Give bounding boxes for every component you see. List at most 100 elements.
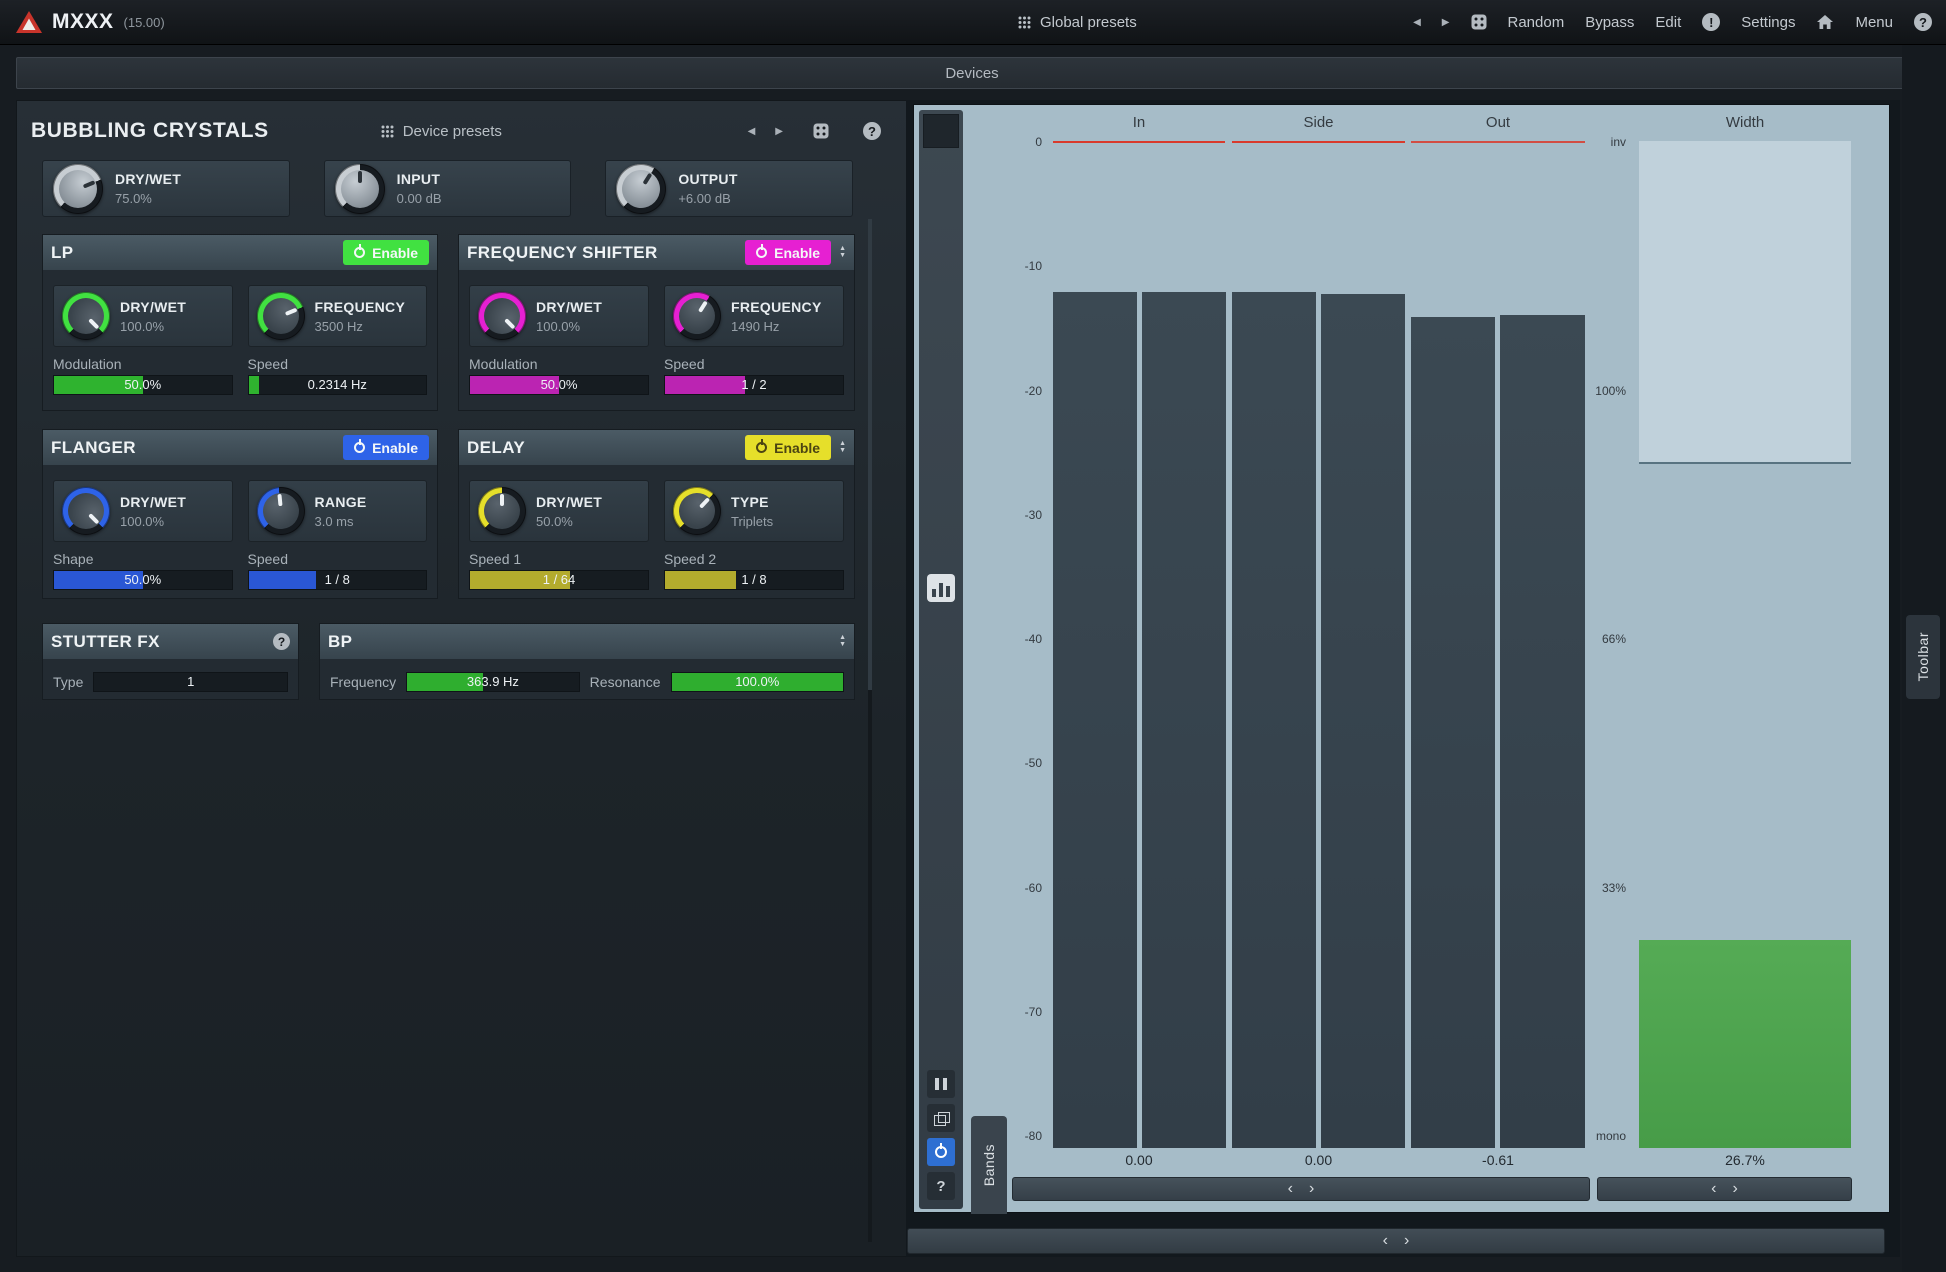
section-delay: DELAY Enable ▲▼ DRY/WET [458, 429, 855, 599]
modulation-slider[interactable]: 50.0% [469, 375, 649, 395]
meters-scrollbar[interactable]: ‹ › [1012, 1177, 1590, 1201]
meter-in [1053, 141, 1225, 1148]
meter-value-width: 26.7% [1639, 1152, 1851, 1168]
knob-value: 0.00 dB [397, 191, 442, 206]
settings-button[interactable]: Settings [1741, 14, 1795, 31]
section-flanger: FLANGER Enable DRY/WET 100.0% [42, 429, 438, 599]
shape-slider[interactable]: 50.0% [53, 570, 233, 590]
dice-icon[interactable] [813, 123, 829, 139]
bypass-button[interactable]: Bypass [1585, 14, 1634, 31]
speed-slider[interactable]: 0.2314 Hz [248, 375, 428, 395]
section-frequency-shifter: FREQUENCY SHIFTER Enable ▲▼ DRY [458, 234, 855, 411]
master-output-group: OUTPUT +6.00 dB [605, 160, 853, 217]
enable-button[interactable]: Enable [745, 240, 831, 265]
dice-icon[interactable] [1471, 14, 1487, 30]
bands-label: Bands [981, 1144, 997, 1186]
enable-button[interactable]: Enable [343, 240, 429, 265]
titlebar: MXXX (15.00) Global presets ◀ ▶ Random [0, 0, 1946, 45]
knob-group: FREQUENCY 3500 Hz [248, 285, 428, 347]
speed1-slider[interactable]: 1 / 64 [469, 570, 649, 590]
slider-label: Speed [248, 356, 428, 372]
enable-button[interactable]: Enable [343, 435, 429, 460]
power-icon [354, 247, 365, 258]
reorder-widget[interactable]: ▲▼ [839, 635, 846, 648]
lp-dry-wet-knob[interactable] [62, 292, 110, 340]
clip-indicator [1232, 141, 1405, 143]
help-button[interactable]: ? [927, 1172, 955, 1200]
lp-frequency-knob[interactable] [257, 292, 305, 340]
preset-prev-icon[interactable]: ◀ [1413, 17, 1421, 28]
help-icon[interactable]: ? [863, 122, 881, 140]
section-title: STUTTER FX [51, 632, 160, 652]
scroll-right-icon[interactable]: › [1404, 1232, 1409, 1250]
flanger-range-knob[interactable] [257, 487, 305, 535]
type-selector[interactable]: 1 [93, 672, 288, 692]
reorder-widget[interactable]: ▲▼ [839, 441, 846, 454]
speed-slider[interactable]: 1 / 2 [664, 375, 844, 395]
width-scrollbar[interactable]: ‹ › [1597, 1177, 1852, 1201]
input-knob[interactable] [335, 164, 385, 214]
db-scale: 0-10 -20-30 -40-50 -60-70 -80 [914, 135, 1047, 1143]
menu-button[interactable]: Menu [1855, 14, 1893, 31]
knob-group: FREQUENCY 1490 Hz [664, 285, 844, 347]
panel-scrollbar[interactable]: ‹ › [907, 1228, 1885, 1254]
preset-name: BUBBLING CRYSTALS [31, 119, 269, 143]
devices-tab-label: Devices [945, 65, 998, 82]
modulation-slider[interactable]: 50.0% [53, 375, 233, 395]
tab-devices[interactable]: Devices [16, 57, 1928, 89]
delay-type-knob[interactable] [673, 487, 721, 535]
width-marker [1639, 462, 1851, 464]
frequency-slider[interactable]: 363.9 Hz [406, 672, 580, 692]
speed-slider[interactable]: 1 / 8 [248, 570, 428, 590]
scroll-left-icon[interactable]: ‹ [1288, 1181, 1293, 1197]
meter-side [1232, 141, 1405, 1148]
help-icon[interactable]: ? [273, 633, 290, 650]
preset-next-icon[interactable]: ▶ [1442, 17, 1450, 28]
width-value-bar [1639, 940, 1851, 1148]
delay-dry-wet-knob[interactable] [478, 487, 526, 535]
random-button[interactable]: Random [1508, 14, 1565, 31]
fs-dry-wet-knob[interactable] [478, 292, 526, 340]
grid-icon [381, 125, 394, 138]
device-preset-next-icon[interactable]: ▶ [775, 126, 783, 137]
master-input-group: INPUT 0.00 dB [324, 160, 572, 217]
enable-button[interactable]: Enable [745, 435, 831, 460]
app-identity: MXXX (15.00) [0, 10, 165, 34]
type-label: Type [53, 674, 83, 690]
section-flanger-header: FLANGER Enable [43, 430, 437, 465]
device-panel-scrollbar[interactable] [868, 219, 872, 1242]
device-panel-header: BUBBLING CRYSTALS Device presets ◀ ▶ [17, 101, 907, 149]
toolbar-strip: Toolbar [1902, 45, 1946, 1272]
section-title: BP [328, 632, 352, 652]
fs-frequency-knob[interactable] [673, 292, 721, 340]
scroll-right-icon[interactable]: › [1733, 1181, 1738, 1197]
section-title: LP [51, 243, 74, 263]
alert-icon[interactable]: ! [1702, 13, 1720, 31]
knob-label: DRY/WET [115, 171, 181, 187]
knob-value: 75.0% [115, 191, 181, 206]
column-header-in: In [1053, 114, 1225, 131]
scroll-left-icon[interactable]: ‹ [1711, 1181, 1716, 1197]
flanger-dry-wet-knob[interactable] [62, 487, 110, 535]
knob-label: OUTPUT [678, 171, 737, 187]
reorder-widget[interactable]: ▲▼ [839, 246, 846, 259]
tab-toolbar[interactable]: Toolbar [1906, 615, 1940, 699]
master-dry-wet-group: DRY/WET 75.0% [42, 160, 290, 217]
speed2-slider[interactable]: 1 / 8 [664, 570, 844, 590]
section-title: DELAY [467, 438, 525, 458]
device-presets-label: Device presets [403, 123, 502, 140]
device-presets-button[interactable]: Device presets [381, 123, 502, 140]
edit-button[interactable]: Edit [1655, 14, 1681, 31]
help-icon[interactable]: ? [1914, 13, 1932, 31]
section-bp-header: BP ▲▼ [320, 624, 854, 659]
device-preset-prev-icon[interactable]: ◀ [748, 126, 756, 137]
dry-wet-knob[interactable] [53, 164, 103, 214]
home-icon[interactable] [1816, 14, 1834, 30]
resonance-slider[interactable]: 100.0% [671, 672, 845, 692]
scroll-left-icon[interactable]: ‹ [1383, 1232, 1388, 1250]
slider-label: Modulation [53, 356, 233, 372]
scroll-right-icon[interactable]: › [1309, 1181, 1314, 1197]
app-version: (15.00) [124, 15, 165, 30]
output-knob[interactable] [616, 164, 666, 214]
global-presets-button[interactable]: Global presets [1018, 14, 1137, 31]
